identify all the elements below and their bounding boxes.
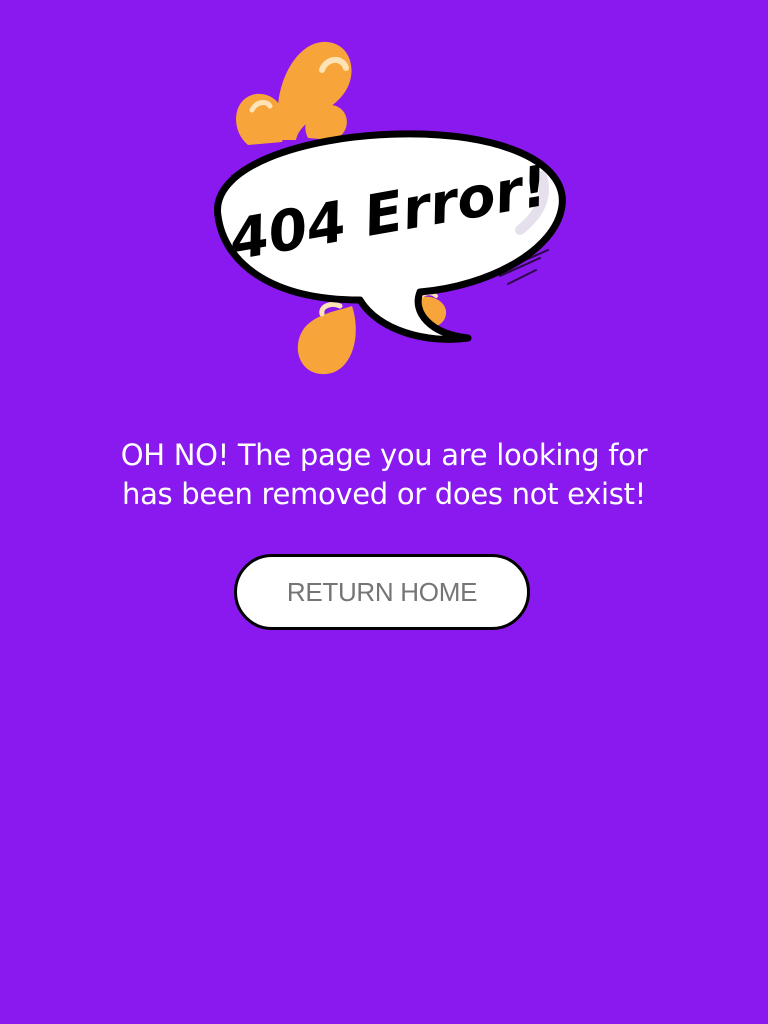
error-page: 404 Error! OH NO! The page you are looki… [0,0,768,1024]
error-404-illustration: 404 Error! [214,41,566,375]
error-message-line-1: OH NO! The page you are looking for [120,438,648,472]
error-message: OH NO! The page you are looking for has … [64,436,704,514]
error-message-line-2: has been removed or does not exist! [122,477,646,511]
return-home-button[interactable]: RETURN HOME [234,554,530,630]
speech-bubble: 404 Error! [214,130,566,343]
return-home-button-label: RETURN HOME [286,576,478,607]
